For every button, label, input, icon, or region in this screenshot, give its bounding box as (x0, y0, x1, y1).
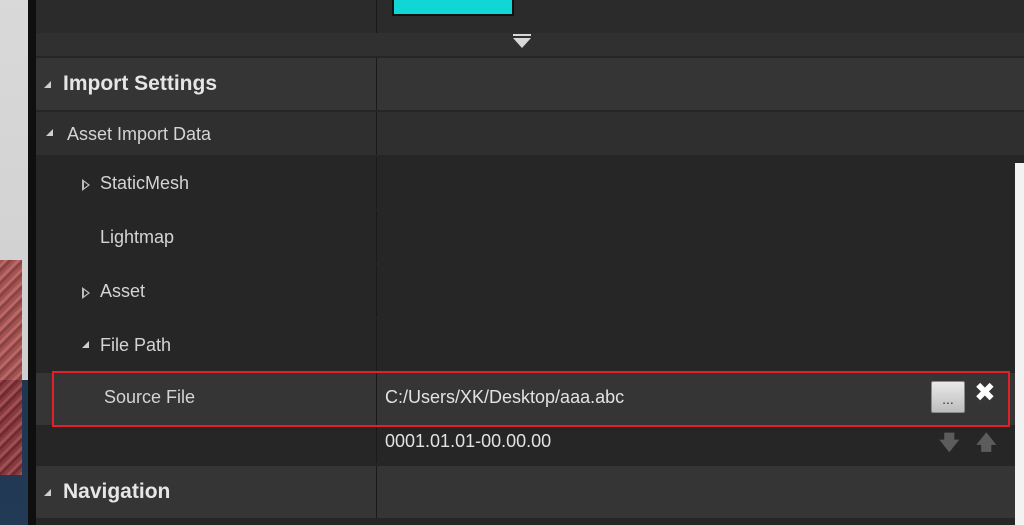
source-file-timestamp-row: 0001.01.01-00.00.00 🡇 🡅 (36, 425, 1024, 463)
property-label: Asset (100, 281, 146, 301)
window-edge (1015, 163, 1024, 525)
group-asset-import-data[interactable]: Asset Import Data (36, 112, 1024, 155)
category-import-settings[interactable]: Import Settings (36, 58, 1024, 110)
collapse-arrow-icon[interactable] (46, 129, 53, 136)
color-property-row (36, 0, 1024, 33)
property-label: File Path (100, 335, 172, 355)
advanced-expander[interactable] (36, 33, 1024, 56)
group-label: Asset Import Data (67, 124, 212, 144)
source-file-timestamp: 0001.01.01-00.00.00 (385, 431, 552, 451)
viewport-object (0, 260, 22, 475)
property-lightmap[interactable]: Lightmap (36, 211, 1024, 263)
color-swatch[interactable] (392, 0, 514, 16)
collapse-arrow-icon[interactable] (44, 81, 51, 88)
browse-button[interactable]: ... (931, 381, 965, 413)
property-static-mesh[interactable]: StaticMesh (36, 157, 1024, 209)
collapse-arrow-icon[interactable] (82, 341, 89, 348)
property-label: StaticMesh (100, 173, 190, 193)
arrow-down-icon[interactable]: 🡇 (939, 428, 960, 462)
property-label: Lightmap (100, 227, 175, 247)
source-file-path[interactable]: C:/Users/XK/Desktop/aaa.abc (385, 387, 624, 408)
property-label: Source File (104, 387, 196, 407)
panel-border (28, 0, 36, 525)
arrow-up-icon[interactable]: 🡅 (976, 428, 997, 462)
expand-arrow-icon[interactable] (82, 179, 90, 191)
property-source-file: Source File C:/Users/XK/Desktop/aaa.abc … (36, 373, 1024, 425)
category-navigation[interactable]: Navigation (36, 466, 1024, 518)
property-asset[interactable]: Asset (36, 265, 1024, 317)
category-label: Import Settings (63, 72, 218, 95)
property-file-path[interactable]: File Path (36, 319, 1024, 371)
collapse-arrow-icon[interactable] (44, 489, 51, 496)
expand-arrow-icon[interactable] (82, 287, 90, 299)
clear-icon[interactable]: ✖ (974, 377, 996, 408)
viewport-background (0, 0, 28, 525)
category-label: Navigation (63, 480, 171, 503)
details-panel: Import Settings Asset Import Data Static… (36, 0, 1024, 525)
expand-arrow-icon[interactable] (513, 34, 531, 48)
